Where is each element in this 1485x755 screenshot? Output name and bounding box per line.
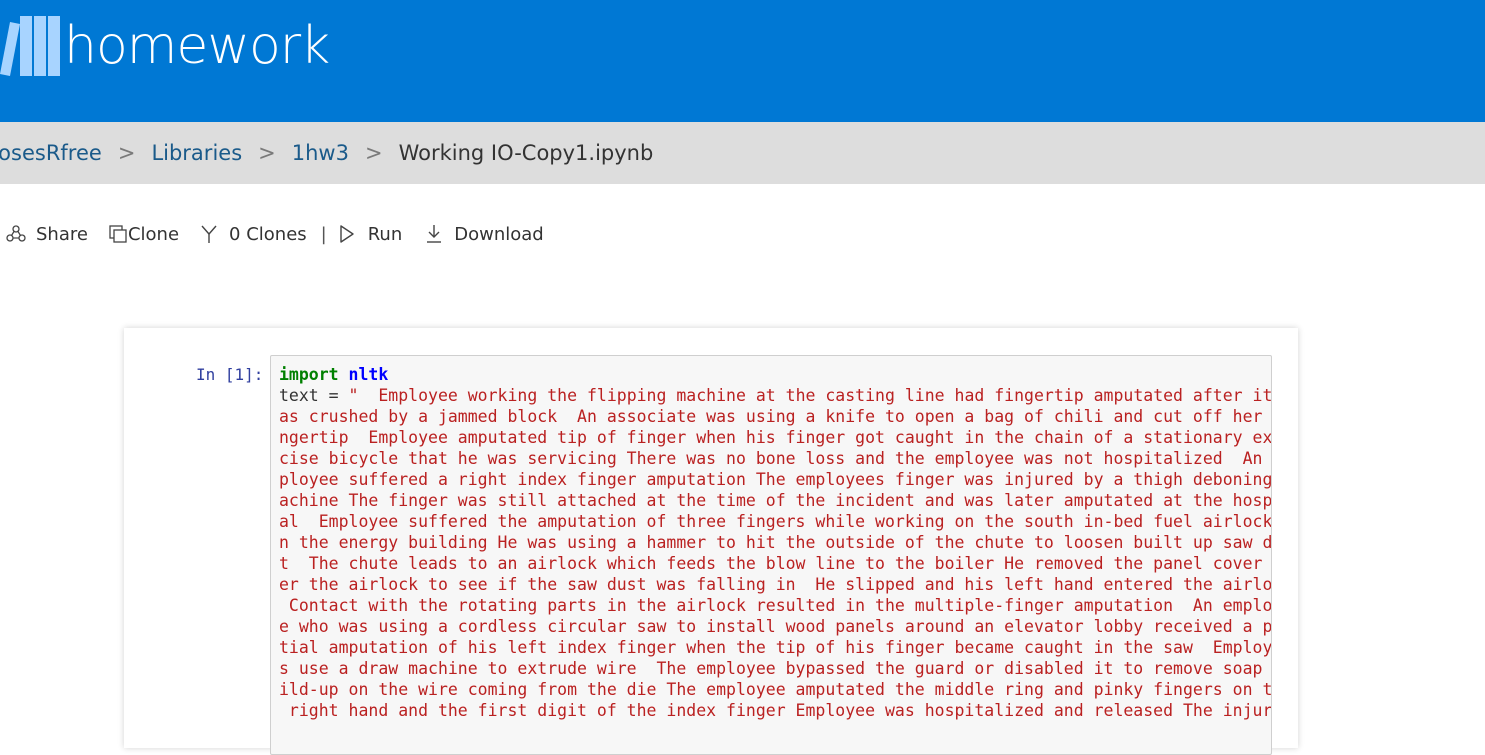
code-string-line: t The chute leads to an airlock which fe… xyxy=(279,554,1272,573)
breadcrumb-library[interactable]: 1hw3 xyxy=(292,141,349,165)
code-string-line: ngertip Employee amputated tip of finger… xyxy=(279,428,1272,447)
code-string-line: " Employee working the flipping machine … xyxy=(348,386,1272,405)
clones-count-button[interactable]: 0 Clones xyxy=(199,224,307,245)
books-icon xyxy=(0,14,62,78)
code-string-line: achine The finger was still attached at … xyxy=(279,491,1272,510)
breadcrumb-separator: > xyxy=(364,141,383,165)
code-module-name: nltk xyxy=(348,365,389,384)
code-content: import nltk text = " Employee working th… xyxy=(271,356,1271,721)
breadcrumb-separator: > xyxy=(258,141,276,165)
download-button[interactable]: Download xyxy=(426,223,544,245)
code-string-line: e who was using a cordless circular saw … xyxy=(279,617,1272,636)
clone-icon xyxy=(108,224,128,244)
code-string-line: n the energy building He was using a ham… xyxy=(279,533,1272,552)
code-string-line: s use a draw machine to extrude wire The… xyxy=(279,659,1272,678)
notebook-toolbar: Share Clone 0 Clones | Run Download xyxy=(6,220,544,248)
play-icon xyxy=(339,224,355,244)
code-cell[interactable]: import nltk text = " Employee working th… xyxy=(270,355,1272,755)
code-string-line: al Employee suffered the amputation of t… xyxy=(279,512,1272,531)
site-logo[interactable]: homework xyxy=(0,14,330,78)
breadcrumb-separator: > xyxy=(117,141,136,165)
code-string-line: Contact with the rotating parts in the a… xyxy=(279,596,1272,615)
cell-prompt: In [1]: xyxy=(196,365,264,384)
code-string-line: right hand and the first digit of the in… xyxy=(279,701,1272,720)
run-button[interactable]: Run xyxy=(339,223,403,245)
code-string-line: ild-up on the wire coming from the die T… xyxy=(279,680,1272,699)
share-label: Share xyxy=(36,223,88,245)
run-label: Run xyxy=(367,223,403,245)
download-label: Download xyxy=(454,223,544,245)
code-string-line: cise bicycle that he was servicing There… xyxy=(279,449,1272,468)
code-string-line: as crushed by a jammed block An associat… xyxy=(279,407,1272,426)
logo-text: homework xyxy=(64,16,330,76)
code-string-line: er the airlock to see if the saw dust wa… xyxy=(279,575,1272,594)
code-string-line: ployee suffered a right index finger amp… xyxy=(279,470,1272,489)
download-icon xyxy=(426,224,442,244)
breadcrumb-bar: rosesRfree > Libraries > 1hw3 > Working … xyxy=(0,122,1485,184)
code-string-literal: " Employee working the flipping machine … xyxy=(279,386,1272,720)
code-assignment: text = xyxy=(279,386,349,405)
top-header-bar: homework xyxy=(0,0,1485,122)
share-button[interactable]: Share xyxy=(6,224,88,245)
code-string-line: tial amputation of his left index finger… xyxy=(279,638,1272,657)
code-keyword-import: import xyxy=(279,365,339,384)
breadcrumb-current-file: Working IO-Copy1.ipynb xyxy=(398,141,654,165)
breadcrumb-user[interactable]: rosesRfree xyxy=(0,141,102,165)
clones-count-label: 0 Clones xyxy=(229,223,307,245)
fork-icon xyxy=(199,224,219,244)
breadcrumb-libraries[interactable]: Libraries xyxy=(151,141,242,165)
clone-label: Clone xyxy=(127,223,180,245)
clone-button[interactable]: Clone xyxy=(108,224,179,245)
breadcrumb: rosesRfree > Libraries > 1hw3 > Working … xyxy=(0,122,653,184)
share-icon xyxy=(6,224,26,244)
toolbar-separator: | xyxy=(320,223,327,245)
